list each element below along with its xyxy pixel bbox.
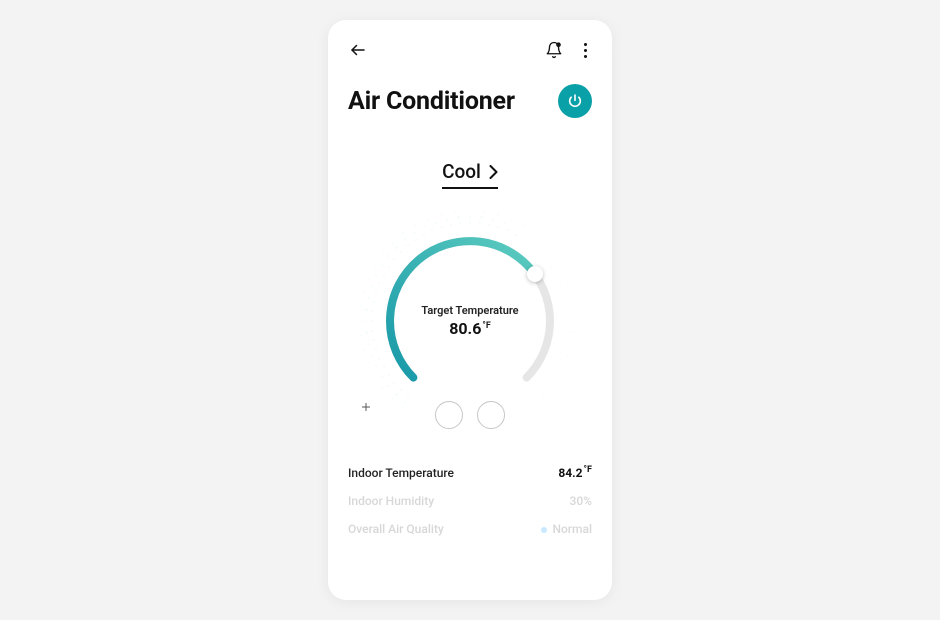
stat-value: 30% [570, 494, 592, 508]
chevron-right-icon [489, 165, 498, 179]
stat-value: Normal [541, 522, 592, 536]
mode-selector[interactable]: Cool [442, 160, 498, 189]
device-screen: Air Conditioner Cool [328, 20, 612, 600]
power-button[interactable] [558, 84, 592, 118]
stat-label: Overall Air Quality [348, 522, 444, 536]
page-title: Air Conditioner [348, 87, 515, 116]
temperature-dial[interactable]: Target Temperature 80.6°F [360, 211, 580, 431]
stats-list: Indoor Temperature 84.2°F Indoor Humidit… [348, 465, 592, 536]
air-quality-row: Overall Air Quality Normal [348, 522, 592, 536]
stat-label: Indoor Temperature [348, 466, 454, 480]
mode-label: Cool [442, 160, 481, 183]
increase-temp-button[interactable] [477, 401, 505, 429]
title-row: Air Conditioner [348, 84, 592, 118]
quality-indicator-dot [541, 527, 547, 533]
stat-label: Indoor Humidity [348, 494, 434, 508]
dial-knob[interactable] [527, 266, 543, 282]
stat-value: 84.2°F [558, 465, 592, 480]
indoor-temperature-row: Indoor Temperature 84.2°F [348, 465, 592, 480]
notifications-icon[interactable] [544, 40, 564, 60]
decrease-temp-button[interactable] [435, 401, 463, 429]
overflow-menu-button[interactable] [578, 40, 592, 60]
header-bar [348, 38, 592, 62]
back-button[interactable] [348, 40, 368, 60]
indoor-humidity-row: Indoor Humidity 30% [348, 494, 592, 508]
